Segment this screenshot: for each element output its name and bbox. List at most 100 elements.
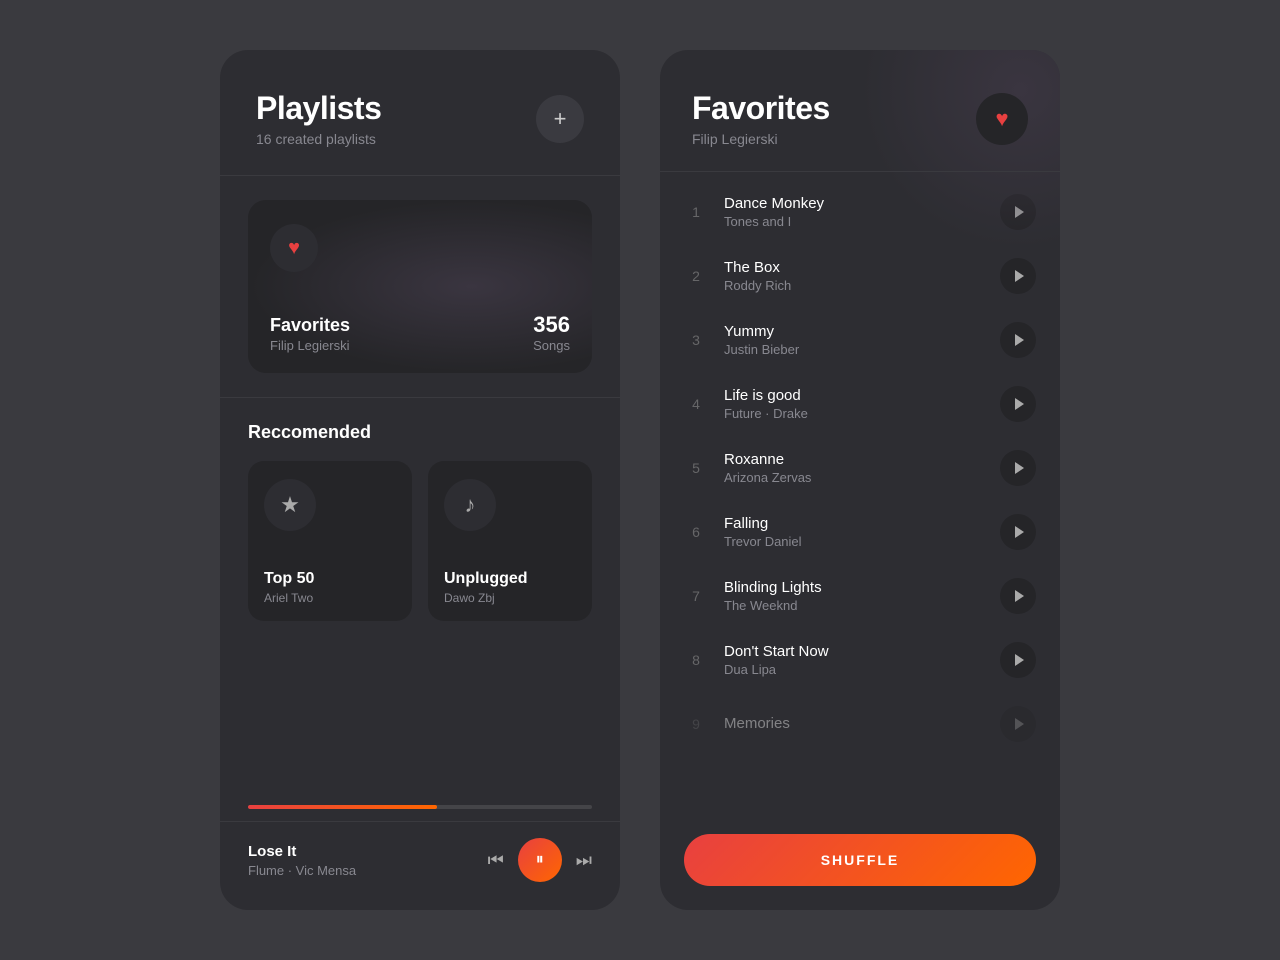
favorites-name: Favorites: [270, 315, 350, 336]
song-play-btn-1[interactable]: [1000, 194, 1036, 230]
playlists-subtitle: 16 created playlists: [256, 131, 381, 147]
guitar-icon: ♪: [465, 492, 476, 518]
song-info-4: Life is good Future · Drake: [724, 387, 984, 421]
song-number-7: 7: [684, 588, 708, 604]
song-title-1: Dance Monkey: [724, 195, 984, 212]
song-artist-1: Tones and I: [724, 214, 984, 229]
rec-card-footer-0: Top 50 Ariel Two: [264, 570, 396, 605]
song-play-btn-2[interactable]: [1000, 258, 1036, 294]
song-item-2: 2 The Box Roddy Rich: [660, 244, 1060, 308]
now-playing-title: Lose It: [248, 843, 356, 860]
forward-button[interactable]: ⏭: [576, 850, 592, 871]
song-info-3: Yummy Justin Bieber: [724, 323, 984, 357]
pause-button[interactable]: ⏸: [518, 838, 562, 882]
playlists-title: Playlists: [256, 90, 381, 127]
song-item-6: 6 Falling Trevor Daniel: [660, 500, 1060, 564]
favorites-title: Favorites: [692, 90, 830, 127]
rec-card-title-0: Top 50: [264, 570, 396, 588]
song-play-btn-8[interactable]: [1000, 642, 1036, 678]
left-panel: Playlists 16 created playlists + ♥ Favor…: [220, 50, 620, 910]
song-number-2: 2: [684, 268, 708, 284]
recommended-grid: ★ Top 50 Ariel Two ♪ Unplugged Dawo Zbj: [248, 461, 592, 621]
rec-card-1[interactable]: ♪ Unplugged Dawo Zbj: [428, 461, 592, 621]
play-triangle-4: [1015, 398, 1024, 410]
song-info-8: Don't Start Now Dua Lipa: [724, 643, 984, 677]
now-playing-artist: Flume · Vic Mensa: [248, 863, 356, 878]
left-header-text: Playlists 16 created playlists: [256, 90, 381, 147]
song-item-5: 5 Roxanne Arizona Zervas: [660, 436, 1060, 500]
rec-card-title-1: Unplugged: [444, 570, 576, 588]
favorites-heart-button[interactable]: ♥: [976, 93, 1028, 145]
favorites-owner: Filip Legierski: [692, 131, 830, 147]
song-item-8: 8 Don't Start Now Dua Lipa: [660, 628, 1060, 692]
song-item-1: 1 Dance Monkey Tones and I: [660, 180, 1060, 244]
song-play-btn-9[interactable]: [1000, 706, 1036, 742]
song-item-3: 3 Yummy Justin Bieber: [660, 308, 1060, 372]
song-number-1: 1: [684, 204, 708, 220]
rec-card-footer-1: Unplugged Dawo Zbj: [444, 570, 576, 605]
now-playing: Lose It Flume · Vic Mensa ⏮ ⏸ ⏭: [220, 821, 620, 910]
favorites-owner: Filip Legierski: [270, 338, 350, 353]
progress-fill: [248, 805, 437, 809]
shuffle-button[interactable]: SHUFFLE: [684, 834, 1036, 886]
star-icon: ★: [280, 492, 300, 518]
progress-track[interactable]: [248, 805, 592, 809]
favorites-card-footer: Favorites Filip Legierski 356 Songs: [270, 312, 570, 353]
add-playlist-button[interactable]: +: [536, 95, 584, 143]
rewind-button[interactable]: ⏮: [488, 850, 504, 871]
song-info-5: Roxanne Arizona Zervas: [724, 451, 984, 485]
song-title-6: Falling: [724, 515, 984, 532]
left-header: Playlists 16 created playlists +: [220, 50, 620, 176]
song-number-8: 8: [684, 652, 708, 668]
heart-filled-icon: ♥: [995, 106, 1008, 132]
song-title-7: Blinding Lights: [724, 579, 984, 596]
plus-icon: +: [554, 106, 567, 132]
progress-section: [220, 805, 620, 821]
song-artist-3: Justin Bieber: [724, 342, 984, 357]
player-controls: ⏮ ⏸ ⏭: [488, 838, 592, 882]
song-title-5: Roxanne: [724, 451, 984, 468]
play-triangle-7: [1015, 590, 1024, 602]
song-number-3: 3: [684, 332, 708, 348]
heart-icon: ♥: [288, 237, 300, 260]
song-play-btn-3[interactable]: [1000, 322, 1036, 358]
song-play-btn-4[interactable]: [1000, 386, 1036, 422]
rec-card-subtitle-0: Ariel Two: [264, 591, 396, 605]
favorites-count-number: 356: [533, 312, 570, 338]
song-number-6: 6: [684, 524, 708, 540]
now-playing-info: Lose It Flume · Vic Mensa: [248, 843, 356, 878]
rec-card-subtitle-1: Dawo Zbj: [444, 591, 576, 605]
song-play-btn-5[interactable]: [1000, 450, 1036, 486]
pause-icon: ⏸: [536, 851, 544, 869]
rec-icon-circle-1: ♪: [444, 479, 496, 531]
favorites-card[interactable]: ♥ Favorites Filip Legierski 356 Songs: [248, 200, 592, 373]
song-info-1: Dance Monkey Tones and I: [724, 195, 984, 229]
play-triangle-2: [1015, 270, 1024, 282]
song-number-4: 4: [684, 396, 708, 412]
song-info-6: Falling Trevor Daniel: [724, 515, 984, 549]
favorites-count-label: Songs: [533, 338, 570, 353]
song-title-8: Don't Start Now: [724, 643, 984, 660]
right-panel: Favorites Filip Legierski ♥ 1 Dance Monk…: [660, 50, 1060, 910]
rec-card-0[interactable]: ★ Top 50 Ariel Two: [248, 461, 412, 621]
song-title-4: Life is good: [724, 387, 984, 404]
song-item-7: 7 Blinding Lights The Weeknd: [660, 564, 1060, 628]
rec-icon-circle-0: ★: [264, 479, 316, 531]
play-triangle-8: [1015, 654, 1024, 666]
forward-icon: ⏭: [576, 850, 592, 871]
rewind-icon: ⏮: [488, 850, 504, 871]
song-artist-4: Future · Drake: [724, 406, 984, 421]
song-number-5: 5: [684, 460, 708, 476]
song-play-btn-6[interactable]: [1000, 514, 1036, 550]
song-number-9: 9: [684, 716, 708, 732]
right-header: Favorites Filip Legierski ♥: [660, 50, 1060, 172]
favorites-info: Favorites Filip Legierski: [270, 315, 350, 353]
song-info-2: The Box Roddy Rich: [724, 259, 984, 293]
right-header-text: Favorites Filip Legierski: [692, 90, 830, 147]
play-triangle-9: [1015, 718, 1024, 730]
song-play-btn-7[interactable]: [1000, 578, 1036, 614]
song-item-4: 4 Life is good Future · Drake: [660, 372, 1060, 436]
song-info-7: Blinding Lights The Weeknd: [724, 579, 984, 613]
song-title-9: Memories: [724, 715, 984, 732]
favorites-count: 356 Songs: [533, 312, 570, 353]
